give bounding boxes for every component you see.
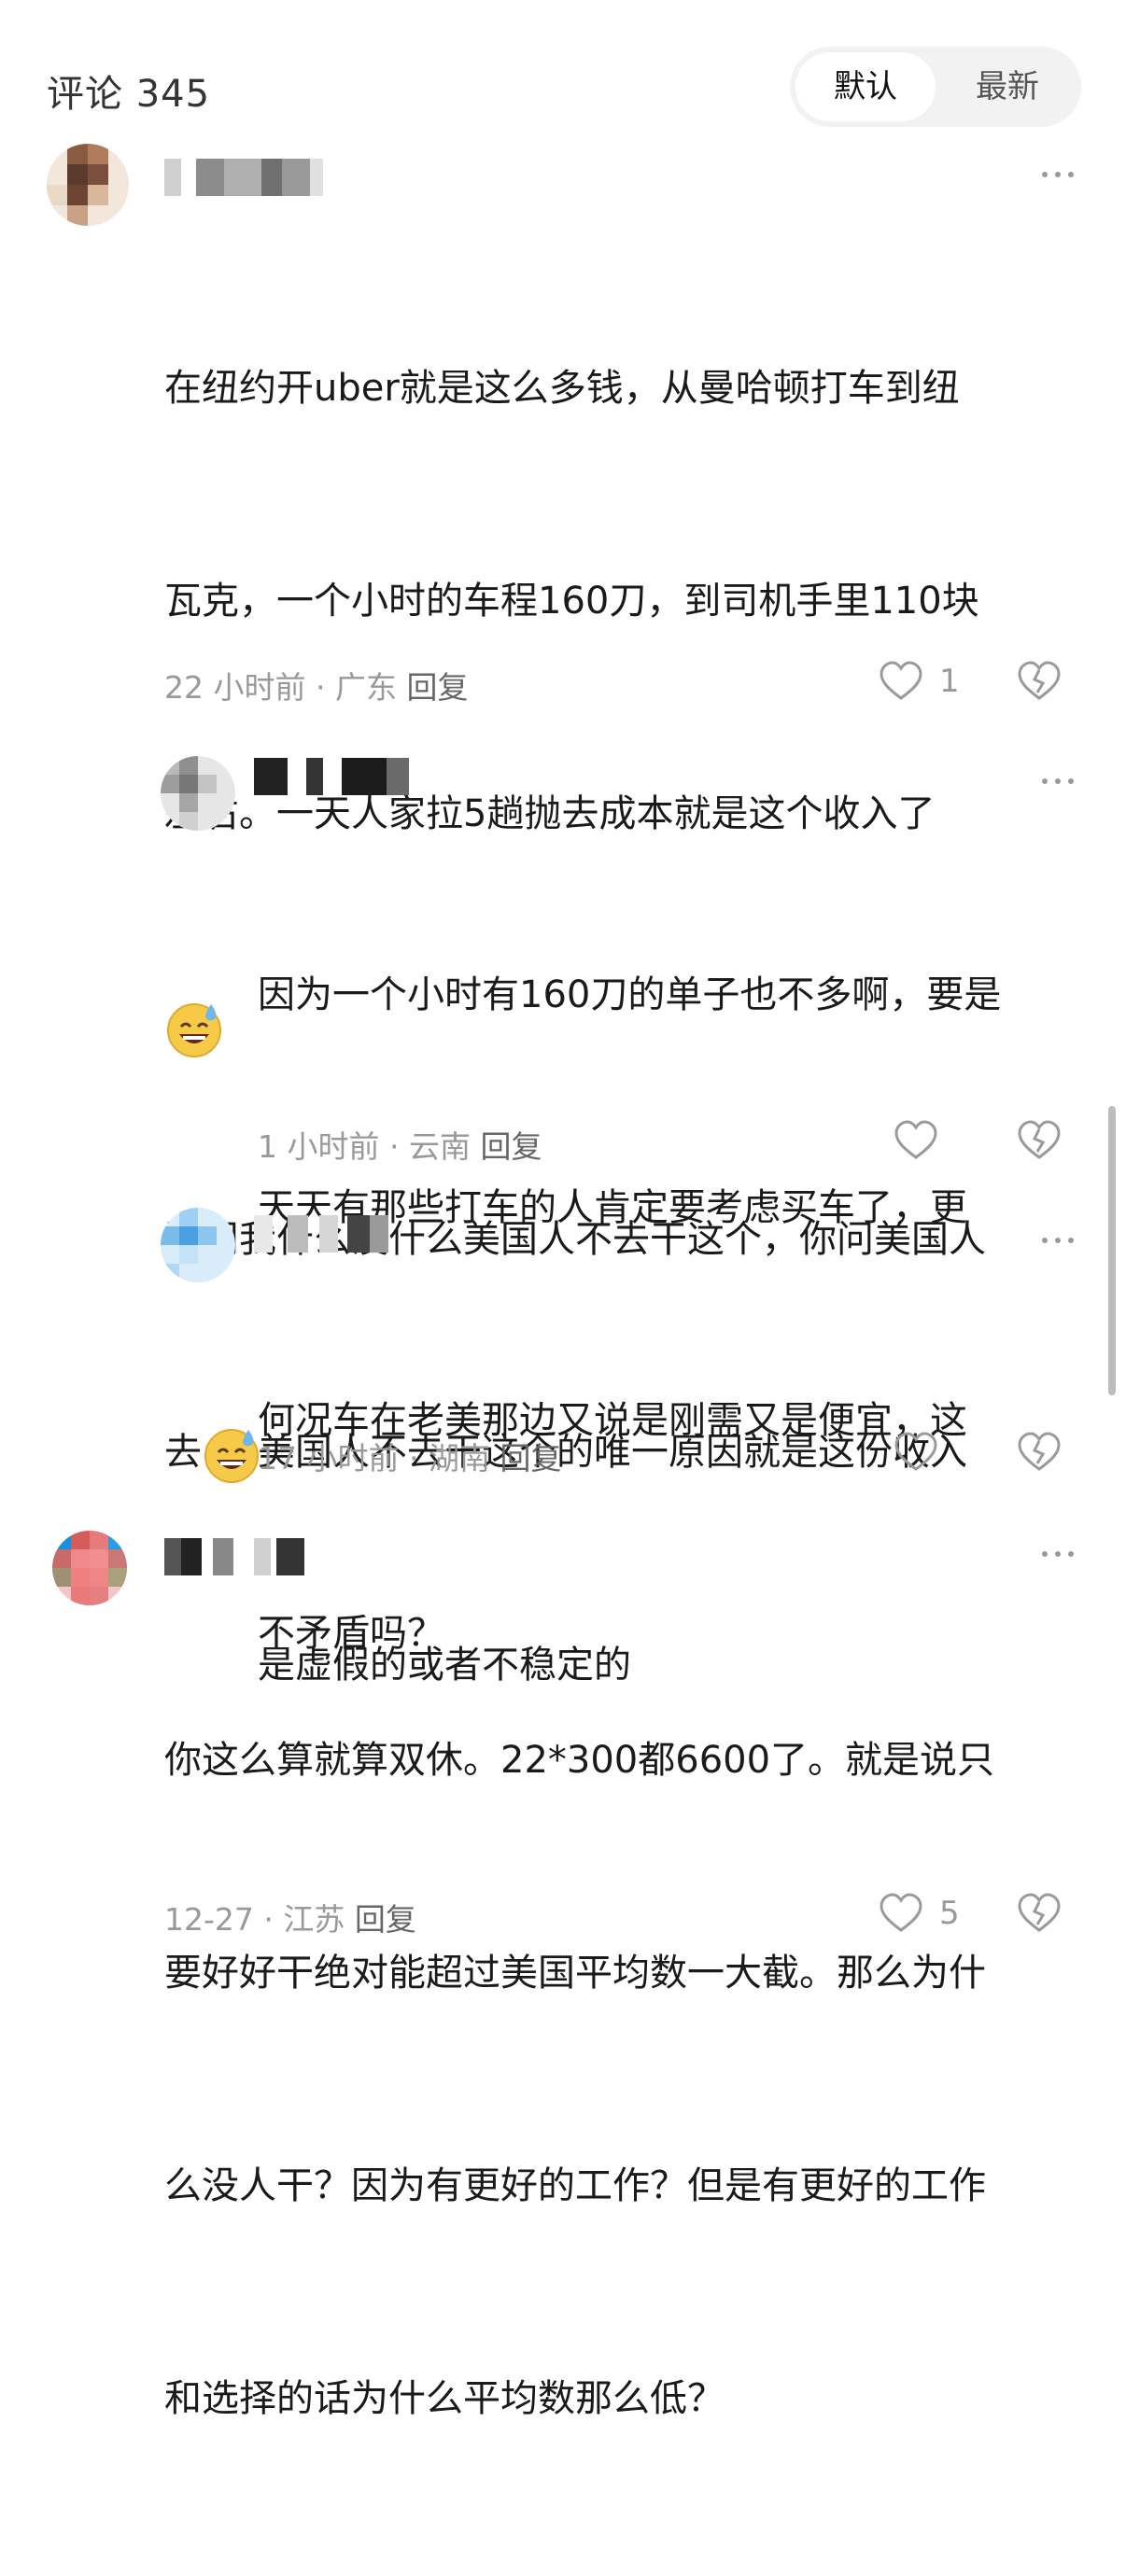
like-button[interactable]	[878, 1891, 924, 1938]
sort-default-button[interactable]: 默认	[795, 52, 936, 121]
more-options-icon[interactable]	[1040, 168, 1077, 181]
dislike-button[interactable]	[1016, 659, 1063, 706]
reply-button[interactable]: 回复	[480, 1128, 542, 1165]
avatar[interactable]	[52, 1531, 127, 1605]
avatar[interactable]	[161, 1208, 235, 1282]
reply-button[interactable]: 回复	[406, 669, 468, 706]
more-options-icon[interactable]	[1040, 1234, 1077, 1247]
broken-heart-icon	[1018, 1120, 1061, 1159]
username-redacted[interactable]	[164, 1538, 332, 1575]
comment-time: 12-27	[164, 1901, 254, 1938]
heart-outline-icon	[894, 1432, 937, 1471]
comment-location: 广东	[334, 669, 397, 706]
heart-outline-icon	[894, 1120, 937, 1159]
comment-item: 在纽约开uber就是这么多钱，从曼哈顿打车到纽 瓦克，一个小时的车程160刀，到…	[0, 140, 1126, 1483]
heart-outline-icon	[880, 661, 922, 700]
like-button[interactable]	[878, 659, 924, 706]
reply-item: 美国人不去干这个的唯一原因就是这份收入 是虚假的或者不稳定的 17 小时前 · …	[0, 1204, 1126, 1687]
comment-location: 江苏	[283, 1901, 345, 1938]
reply-button[interactable]: 回复	[355, 1901, 416, 1938]
username-redacted[interactable]	[254, 1215, 403, 1253]
comment-time: 17 小时前	[258, 1440, 400, 1477]
more-options-icon[interactable]	[1040, 1547, 1077, 1561]
comment-meta: 17 小时前 · 湖南 回复	[258, 1440, 562, 1477]
comment-meta: 22 小时前 · 广东 回复	[164, 669, 469, 706]
comment-time: 22 小时前	[164, 669, 306, 706]
username-redacted[interactable]	[254, 758, 422, 795]
sort-toggle: 默认 最新	[790, 47, 1081, 127]
dislike-button[interactable]	[1016, 1891, 1063, 1938]
avatar[interactable]	[47, 144, 129, 226]
sort-latest-button[interactable]: 最新	[939, 52, 1076, 121]
avatar[interactable]	[161, 756, 235, 831]
broken-heart-icon	[1018, 1893, 1061, 1932]
comment-item: 你这么算就算双休。22*300都6600了。就是说只 要好好干绝对能超过美国平均…	[0, 1525, 1126, 2420]
comment-meta: 1 小时前 · 云南 回复	[258, 1128, 542, 1165]
like-button[interactable]	[893, 1118, 939, 1165]
comment-location: 云南	[408, 1128, 471, 1165]
reply-button[interactable]: 回复	[500, 1440, 561, 1477]
more-options-icon[interactable]	[1040, 775, 1077, 788]
comment-text: 你这么算就算双休。22*300都6600了。就是说只 要好好干绝对能超过美国平均…	[164, 1739, 995, 2420]
like-count: 1	[939, 663, 960, 700]
comment-time: 1 小时前	[258, 1128, 380, 1165]
scrollbar[interactable]	[1108, 1106, 1116, 1395]
comment-meta: 12-27 · 江苏 回复	[164, 1901, 416, 1938]
username-redacted[interactable]	[164, 159, 323, 196]
like-count: 5	[939, 1895, 960, 1932]
comments-header: 评论 345 默认 最新	[0, 0, 1126, 140]
dislike-button[interactable]	[1016, 1430, 1063, 1477]
comment-count-title: 评论 345	[47, 73, 211, 116]
broken-heart-icon	[1018, 661, 1061, 700]
dislike-button[interactable]	[1016, 1118, 1063, 1165]
comment-location: 湖南	[428, 1440, 490, 1477]
reply-item: 因为一个小时有160刀的单子也不多啊，要是 天天有那些打车的人肯定要考虑买车了，…	[0, 747, 1126, 1655]
like-button[interactable]	[893, 1430, 939, 1477]
heart-outline-icon	[880, 1893, 922, 1932]
broken-heart-icon	[1018, 1432, 1061, 1471]
